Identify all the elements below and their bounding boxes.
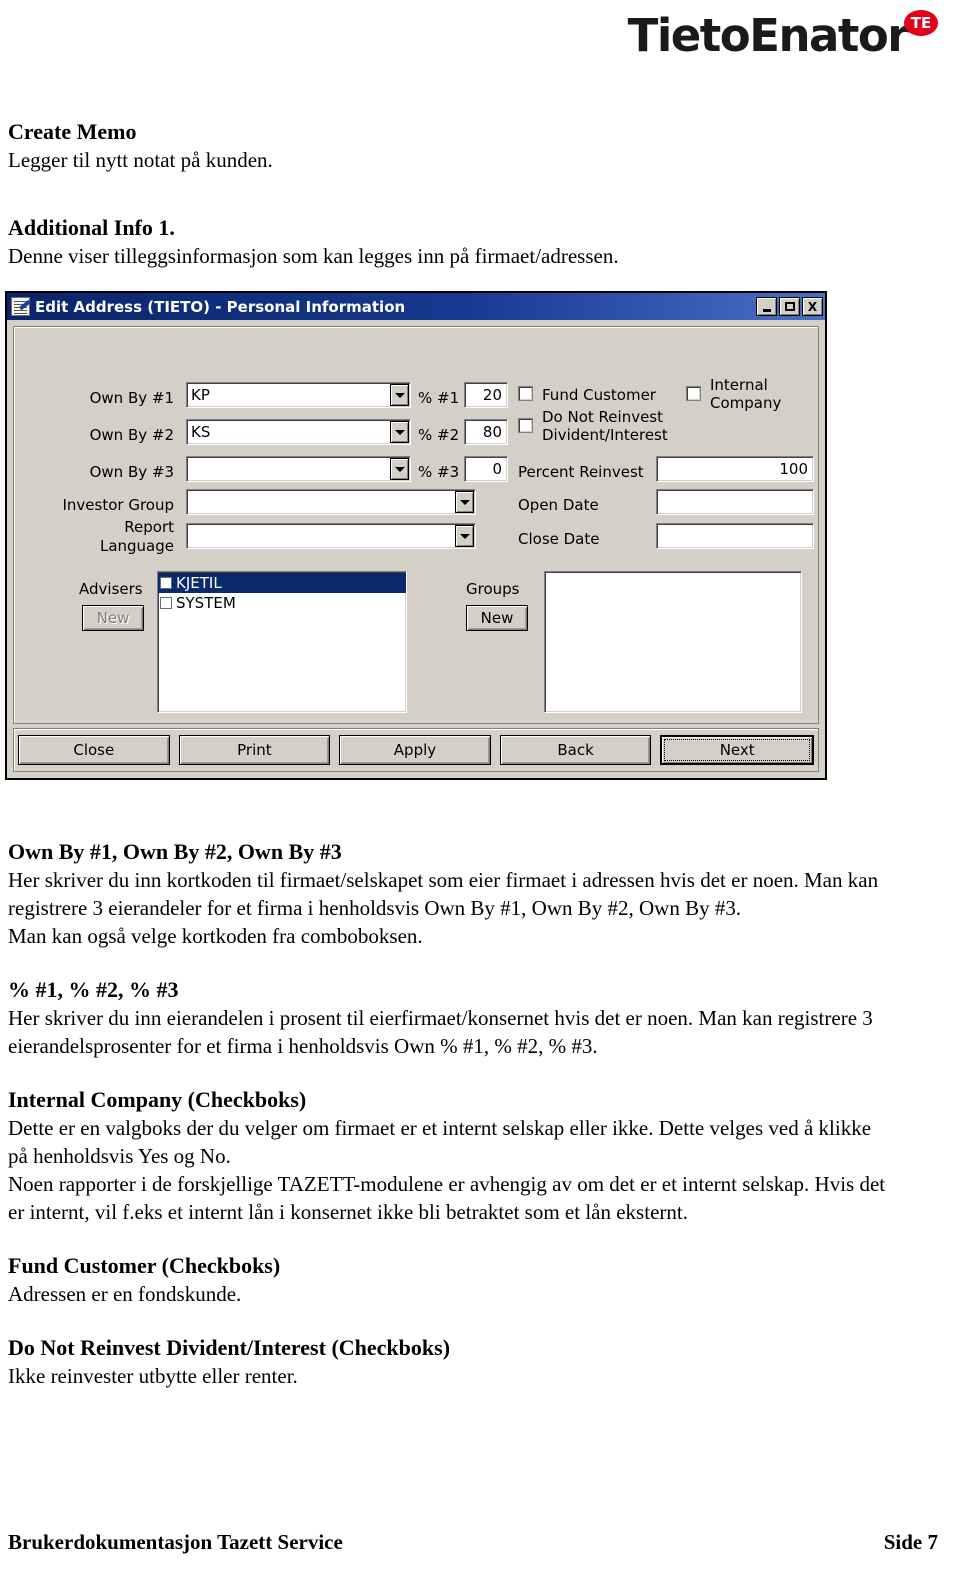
dialog-content: Own By #1 KP % #1 20 Fund Customer Inter… xyxy=(13,326,819,724)
fund-customer-checkbox[interactable] xyxy=(518,386,533,401)
section-heading-create-memo: Create Memo xyxy=(8,119,137,144)
advisers-new-button[interactable]: New xyxy=(82,605,144,631)
percent-reinvest-input[interactable]: 100 xyxy=(656,456,814,482)
own-by-3-value xyxy=(186,456,411,482)
section-heading-fund-customer: Fund Customer (Checkboks) xyxy=(8,1253,281,1278)
own-by-2-combo[interactable]: KS xyxy=(186,419,411,445)
section-body-additional-info: Denne viser tilleggsinformasjon som kan … xyxy=(8,244,619,268)
investor-group-value xyxy=(186,489,476,515)
report-language-label-line1: Report xyxy=(124,518,174,536)
own-by-2-value: KS xyxy=(186,419,411,445)
edit-address-dialog: Edit Address (TIETO) - Personal Informat… xyxy=(5,291,827,780)
percent-reinvest-label: Percent Reinvest xyxy=(518,463,644,481)
own-by-3-label: Own By #3 xyxy=(89,463,174,481)
chevron-down-icon[interactable] xyxy=(455,525,474,547)
section-heading-additional-info: Additional Info 1. xyxy=(8,215,175,240)
footer-left-text: Brukerdokumentasjon Tazett Service xyxy=(8,1530,343,1554)
pct-3-label: % #3 xyxy=(418,463,460,481)
document-body: Own By #1, Own By #2, Own By #3 Her skri… xyxy=(8,838,888,1390)
dialog-title: Edit Address (TIETO) - Personal Informat… xyxy=(35,297,406,316)
do-not-reinvest-label-line2: Divident/Interest xyxy=(542,426,668,444)
dialog-titlebar[interactable]: Edit Address (TIETO) - Personal Informat… xyxy=(7,293,825,320)
adviser-checkbox[interactable] xyxy=(160,597,172,609)
section-body-fund-customer: Adressen er en fondskunde. xyxy=(8,1282,242,1306)
pct-2-label: % #2 xyxy=(418,426,460,444)
groups-label: Groups xyxy=(466,580,520,598)
close-button[interactable]: Close xyxy=(18,735,170,765)
open-date-label: Open Date xyxy=(518,496,599,514)
report-language-label-line2: Language xyxy=(99,537,174,555)
do-not-reinvest-checkbox[interactable] xyxy=(518,418,533,433)
investor-group-combo[interactable] xyxy=(186,489,476,515)
section-body-do-not-reinvest: Ikke reinvester utbytte eller renter. xyxy=(8,1364,298,1388)
own-by-1-value: KP xyxy=(186,382,411,408)
list-item[interactable]: KJETIL xyxy=(158,573,406,593)
document-intro: Create Memo Legger til nytt notat på kun… xyxy=(8,118,888,270)
pct-1-label: % #1 xyxy=(418,389,460,407)
section-body-create-memo: Legger til nytt notat på kunden. xyxy=(8,148,273,172)
section-body-own-by-2: Man kan også velge kortkoden fra combobo… xyxy=(8,924,423,948)
section-body-own-by: Her skriver du inn kortkoden til firmaet… xyxy=(8,868,879,920)
section-body-internal-company: Dette er en valgboks der du velger om fi… xyxy=(8,1116,872,1168)
open-date-input[interactable] xyxy=(656,489,814,515)
list-item-label: SYSTEM xyxy=(176,594,236,612)
apply-button[interactable]: Apply xyxy=(339,735,491,765)
print-button[interactable]: Print xyxy=(178,735,331,765)
groups-new-button[interactable]: New xyxy=(466,605,528,631)
own-by-3-combo[interactable] xyxy=(186,456,411,482)
section-heading-internal-company: Internal Company (Checkboks) xyxy=(8,1087,307,1112)
own-by-1-combo[interactable]: KP xyxy=(186,382,411,408)
section-heading-do-not-reinvest: Do Not Reinvest Divident/Interest (Check… xyxy=(8,1335,451,1360)
notepad-pencil-icon xyxy=(11,297,30,316)
own-by-1-label: Own By #1 xyxy=(89,389,174,407)
pct-3-input[interactable]: 0 xyxy=(464,456,508,482)
adviser-checkbox[interactable] xyxy=(160,577,172,589)
own-by-2-label: Own By #2 xyxy=(89,426,174,444)
back-button[interactable]: Back xyxy=(499,735,652,765)
brand-logo: TietoEnator TE xyxy=(628,8,938,78)
chevron-down-icon[interactable] xyxy=(390,421,409,443)
footer-page-number: Side 7 xyxy=(883,1530,938,1554)
next-button[interactable]: Next xyxy=(660,735,814,765)
dialog-button-bar: Close Print Apply Back Next xyxy=(13,728,819,772)
chevron-down-icon[interactable] xyxy=(390,384,409,406)
report-language-value xyxy=(186,523,476,549)
pct-2-input[interactable]: 80 xyxy=(464,419,508,445)
internal-company-label-line2: Company xyxy=(710,394,782,412)
advisers-label: Advisers xyxy=(79,580,143,598)
list-item-label: KJETIL xyxy=(176,574,222,592)
page-footer: Brukerdokumentasjon Tazett Service Side … xyxy=(8,1530,938,1555)
close-date-input[interactable] xyxy=(656,523,814,549)
advisers-listbox[interactable]: KJETIL SYSTEM xyxy=(157,571,407,713)
internal-company-checkbox[interactable] xyxy=(686,386,701,401)
investor-group-label: Investor Group xyxy=(62,496,174,514)
brand-badge-icon: TE xyxy=(904,10,938,36)
groups-listbox[interactable] xyxy=(544,571,802,713)
close-date-label: Close Date xyxy=(518,530,600,548)
section-body-percent: Her skriver du inn eierandelen i prosent… xyxy=(8,1006,873,1058)
maximize-button[interactable] xyxy=(779,297,800,316)
section-heading-percent: % #1, % #2, % #3 xyxy=(8,977,179,1002)
list-item[interactable]: SYSTEM xyxy=(158,593,406,613)
close-window-button[interactable]: X xyxy=(802,297,823,316)
section-body-internal-company-2: Noen rapporter i de forskjellige TAZETT-… xyxy=(8,1172,886,1224)
brand-name: TietoEnator xyxy=(627,9,910,62)
fund-customer-label: Fund Customer xyxy=(542,386,656,404)
chevron-down-icon[interactable] xyxy=(390,458,409,480)
do-not-reinvest-label-line1: Do Not Reinvest xyxy=(542,408,663,426)
internal-company-label-line1: Internal xyxy=(710,376,768,394)
minimize-button[interactable] xyxy=(756,297,777,316)
chevron-down-icon[interactable] xyxy=(455,491,474,513)
pct-1-input[interactable]: 20 xyxy=(464,382,508,408)
section-heading-own-by: Own By #1, Own By #2, Own By #3 xyxy=(8,839,342,864)
report-language-combo[interactable] xyxy=(186,523,476,549)
